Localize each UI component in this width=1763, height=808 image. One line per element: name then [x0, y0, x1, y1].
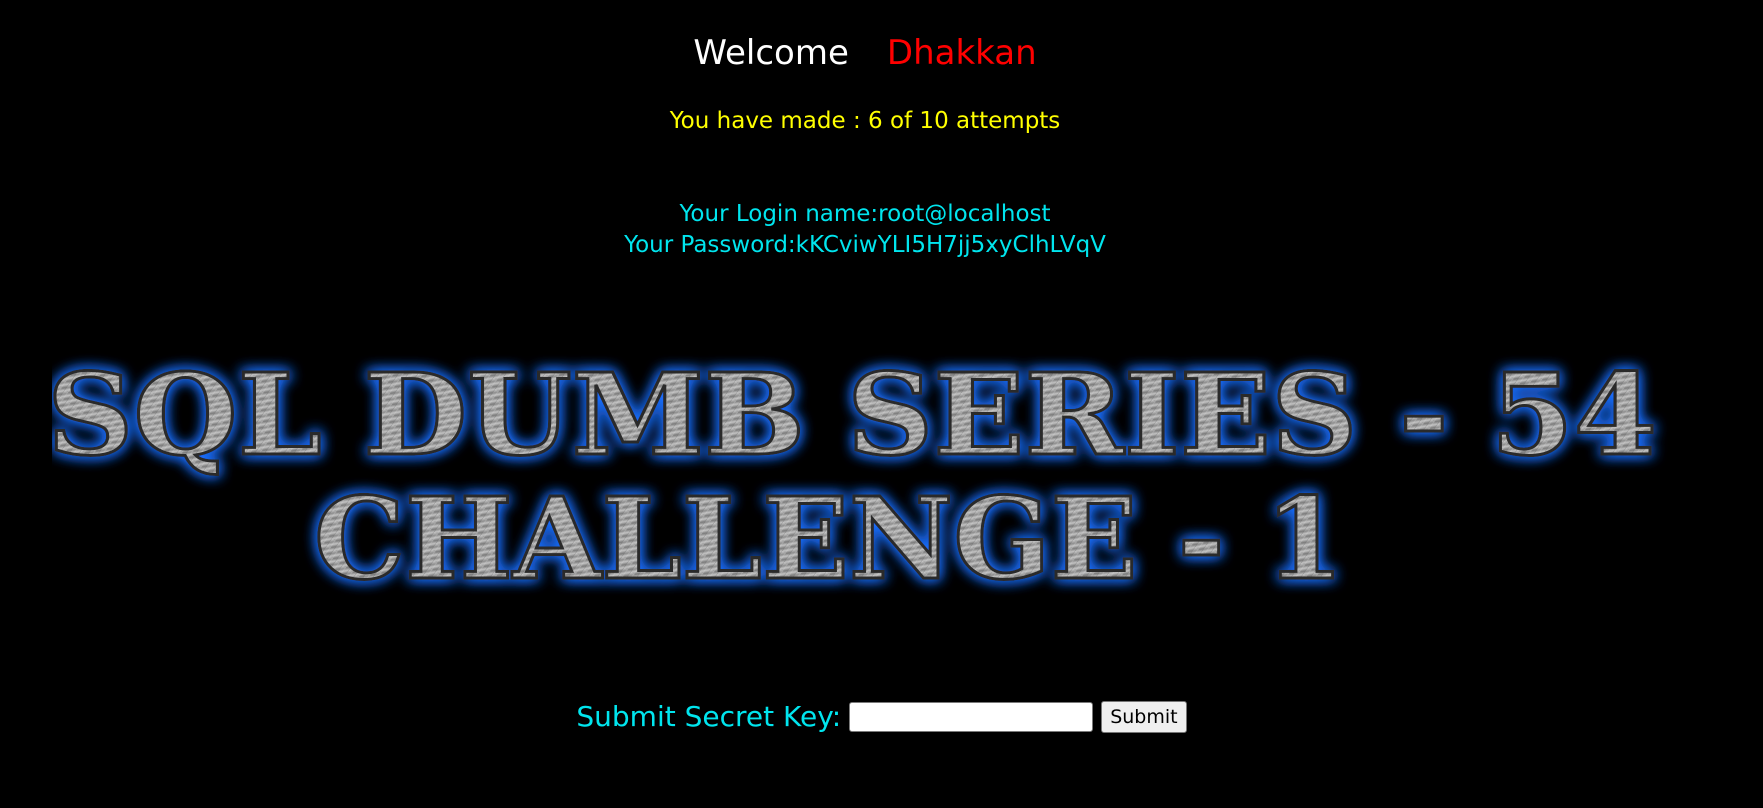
secret-key-label: Submit Secret Key: — [576, 700, 842, 733]
welcome-label: Welcome — [693, 33, 849, 73]
login-name-text: Your Login name:root@localhost — [679, 201, 1051, 227]
secret-key-input[interactable] — [849, 702, 1094, 732]
challenge-page: Welcome Dhakkan You have made : 6 of 10 a… — [0, 0, 1763, 808]
user-name: Dhakkan — [886, 33, 1037, 73]
challenge-banner-image: SQL DUMB SERIES - 54 CHALLENGE - 1 — [52, 352, 1682, 612]
attempts-counter: You have made : 6 of 10 attempts — [669, 108, 1061, 134]
password-text: Your Password:kKCviwYLI5H7jj5xyClhLVqV — [624, 232, 1106, 258]
banner-line-2: CHALLENGE - 1 — [314, 474, 1344, 605]
welcome-header: Welcome Dhakkan — [0, 28, 1730, 78]
secret-key-form: Submit Secret Key: Submit — [0, 700, 1763, 734]
credentials-block: Your Login name:root@localhost Your Pass… — [0, 199, 1730, 261]
submit-button[interactable]: Submit — [1101, 701, 1187, 733]
banner-line-1: SQL DUMB SERIES - 54 — [52, 352, 1657, 481]
